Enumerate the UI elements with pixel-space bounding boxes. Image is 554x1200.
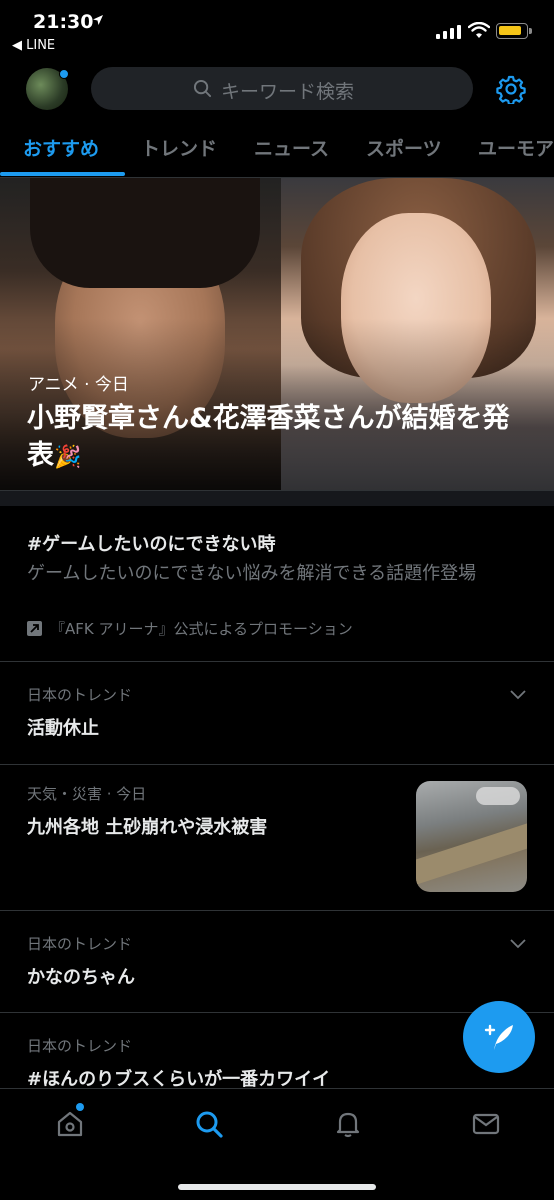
tab-news[interactable]: ニュース [254, 134, 329, 161]
news-thumbnail [416, 781, 527, 892]
news-title: 九州各地 土砂崩れや浸水被害 [27, 817, 268, 838]
list-item[interactable]: #ゲームしたいのにできない時 ゲームしたいのにできない悩みを解消できる話題作登場… [0, 506, 554, 662]
trend-context: 日本のトレンド [27, 686, 133, 704]
promoted-icon [27, 621, 42, 636]
trend-title: #ゲームしたいのにできない時 [27, 534, 276, 555]
status-time: 21:30 [33, 11, 94, 33]
explore-tabs: おすすめ トレンド ニュース スポーツ ユーモア [0, 122, 554, 178]
notification-dot [59, 69, 69, 79]
signal-icon [436, 25, 461, 39]
compose-tweet-icon [484, 1024, 513, 1050]
location-arrow-icon [93, 15, 103, 25]
trend-context: 日本のトレンド [27, 935, 133, 953]
list-item[interactable]: 日本のトレンド 活動休止 [0, 662, 554, 765]
home-indicator [178, 1184, 376, 1190]
tab-trends[interactable]: トレンド [141, 134, 217, 161]
wifi-icon [468, 22, 490, 38]
trend-context: 日本のトレンド [27, 1037, 133, 1055]
tab-humor[interactable]: ユーモア [478, 134, 554, 161]
hero-category: アニメ · 今日 [28, 375, 129, 395]
compose-tweet-button[interactable] [463, 1001, 535, 1073]
hero-news-card[interactable]: アニメ · 今日 小野賢章さん&花澤香菜さんが結婚を発表🎉 [0, 178, 554, 490]
trend-title: 活動休止 [27, 718, 99, 739]
list-item[interactable]: 天気・災害 · 今日 九州各地 土砂崩れや浸水被害 [0, 765, 554, 911]
battery-icon [496, 23, 532, 39]
chevron-down-icon[interactable] [510, 690, 526, 700]
chevron-down-icon[interactable] [510, 939, 526, 949]
home-icon[interactable] [55, 1109, 85, 1139]
status-bar: 21:30 ◀ LINE [0, 0, 554, 60]
explore-icon[interactable] [194, 1109, 224, 1139]
search-input[interactable]: キーワード検索 [91, 67, 473, 110]
search-placeholder: キーワード検索 [221, 81, 355, 103]
tab-sports[interactable]: スポーツ [366, 134, 442, 161]
hero-headline: 小野賢章さん&花澤香菜さんが結婚を発表🎉 [27, 403, 510, 471]
list-item[interactable]: 日本のトレンド かなのちゃん [0, 911, 554, 1013]
news-context: 天気・災害 · 今日 [27, 785, 147, 803]
trend-description: ゲームしたいのにできない悩みを解消できる話題作登場 [27, 563, 477, 584]
active-tab-indicator [0, 172, 125, 176]
search-icon [193, 79, 212, 98]
tab-recommended[interactable]: おすすめ [23, 134, 99, 161]
gear-icon[interactable] [496, 74, 526, 104]
promoted-label: 『AFK アリーナ』公式によるプロモーション [27, 618, 353, 639]
trend-title: かなのちゃん [27, 967, 135, 988]
party-popper-icon: 🎉 [54, 445, 82, 470]
back-to-app-link[interactable]: ◀ LINE [12, 38, 55, 53]
home-notification-dot [76, 1103, 84, 1111]
mail-icon[interactable] [471, 1109, 501, 1139]
section-divider [0, 490, 554, 506]
bell-icon[interactable] [333, 1109, 363, 1139]
